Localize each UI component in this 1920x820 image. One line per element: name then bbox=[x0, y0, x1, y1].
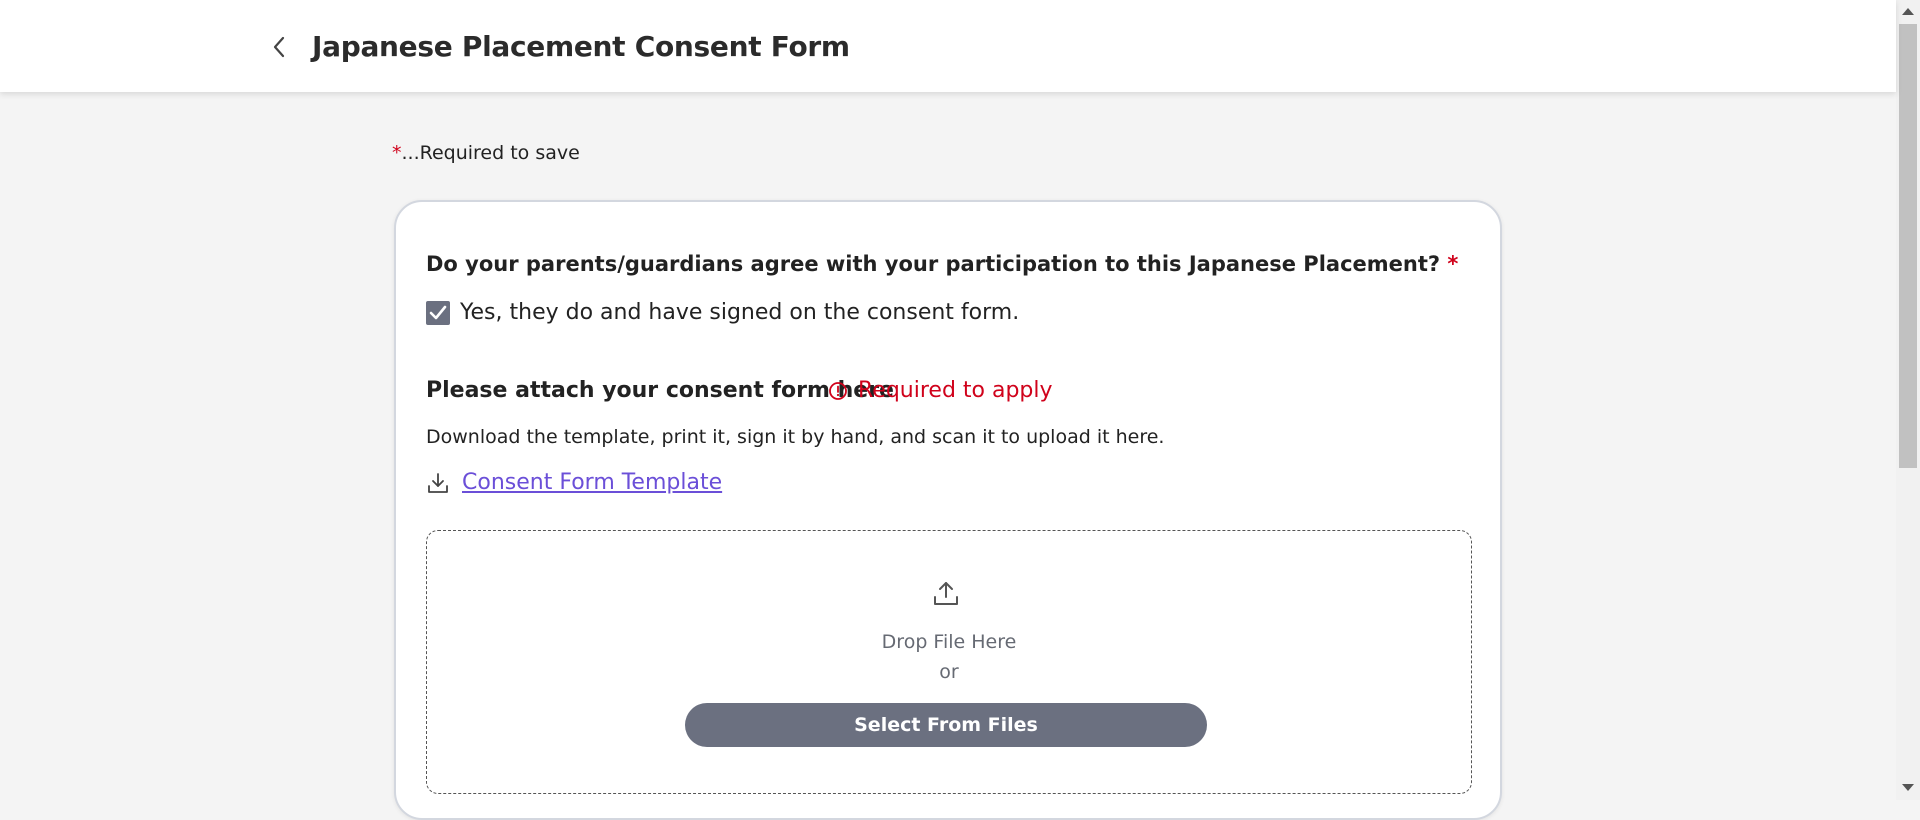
select-from-files-button[interactable]: Select From Files bbox=[685, 703, 1207, 747]
page-title: Japanese Placement Consent Form bbox=[312, 30, 850, 63]
or-text: or bbox=[939, 661, 959, 683]
consent-checkbox[interactable] bbox=[426, 300, 450, 325]
vertical-scrollbar[interactable] bbox=[1896, 0, 1920, 800]
file-dropzone[interactable]: Drop File Here or Select From Files bbox=[426, 530, 1472, 794]
chevron-left-icon bbox=[273, 36, 285, 58]
required-note-text: ...Required to save bbox=[401, 142, 580, 164]
consent-checkbox-row[interactable]: Yes, they do and have signed on the cons… bbox=[426, 300, 1019, 325]
consent-form-card: Do your parents/guardians agree with you… bbox=[394, 200, 1502, 820]
scroll-up-arrow-icon[interactable] bbox=[1902, 8, 1914, 15]
consent-checkbox-label[interactable]: Yes, they do and have signed on the cons… bbox=[460, 300, 1019, 325]
required-to-save-note: *...Required to save bbox=[392, 142, 580, 164]
scroll-down-arrow-icon[interactable] bbox=[1902, 784, 1914, 791]
consent-question-text: Do your parents/guardians agree with you… bbox=[426, 252, 1441, 276]
required-to-apply-text: Required to apply bbox=[858, 378, 1053, 403]
alert-circle-icon bbox=[828, 381, 848, 401]
drop-file-text: Drop File Here bbox=[881, 631, 1017, 653]
consent-question: Do your parents/guardians agree with you… bbox=[426, 252, 1458, 276]
page-header: Japanese Placement Consent Form bbox=[0, 0, 1896, 92]
consent-form-template-link[interactable]: Consent Form Template bbox=[462, 470, 722, 495]
upload-icon bbox=[932, 579, 960, 607]
required-star: * bbox=[392, 142, 402, 164]
back-button[interactable] bbox=[264, 30, 294, 64]
checkmark-icon bbox=[429, 305, 447, 319]
template-download-row: Consent Form Template bbox=[426, 470, 722, 495]
attach-instructions: Download the template, print it, sign it… bbox=[426, 426, 1165, 448]
required-to-apply-warning: Required to apply bbox=[828, 378, 1053, 403]
scrollbar-thumb[interactable] bbox=[1899, 24, 1917, 468]
attach-consent-title: Please attach your consent form here bbox=[426, 378, 894, 403]
required-star: * bbox=[1447, 252, 1459, 276]
download-icon bbox=[426, 471, 450, 495]
